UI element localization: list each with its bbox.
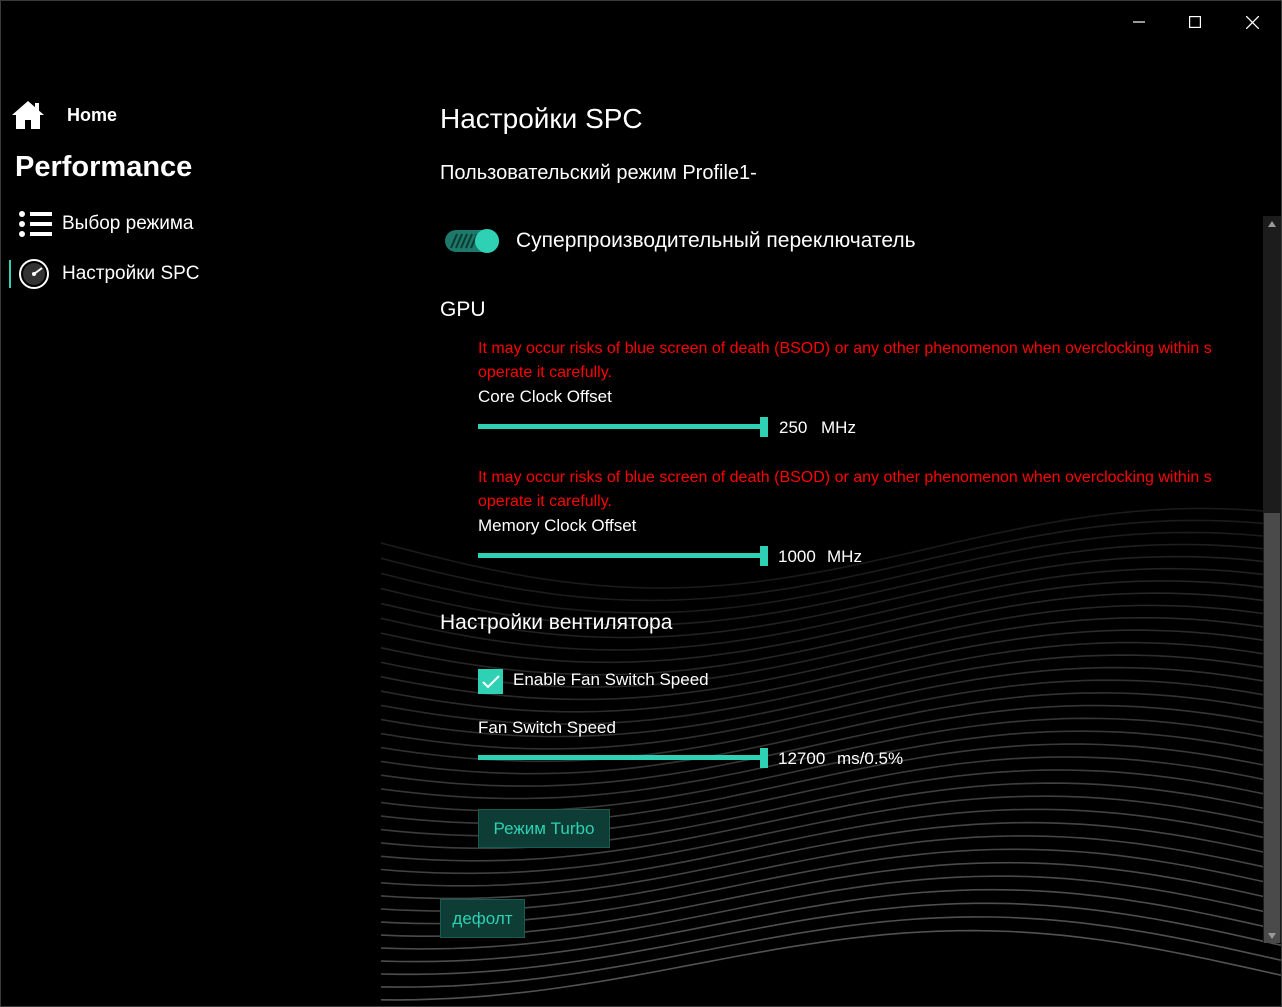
sidebar-item-spc-settings[interactable]: Настройки SPC [9, 254, 389, 294]
memory-clock-value: 1000 [778, 547, 816, 566]
memory-clock-slider[interactable] [478, 544, 768, 568]
core-warning-line2: operate it carefully. [478, 364, 612, 381]
scrollbar-thumb[interactable] [1264, 513, 1280, 943]
nav-home[interactable]: Home [10, 99, 117, 131]
super-performance-toggle[interactable] [445, 228, 501, 254]
slider-track [478, 755, 760, 760]
sidebar-item-label: Выбор режима [62, 213, 194, 234]
fan-speed-value: 12700 [778, 749, 826, 768]
maximize-button[interactable] [1172, 7, 1218, 37]
core-clock-slider[interactable] [478, 415, 768, 439]
slider-track [478, 424, 760, 429]
slider-track [478, 553, 760, 558]
slider-thumb[interactable] [760, 748, 768, 768]
fan-speed-label: Fan Switch Speed [478, 718, 616, 737]
core-warning: It may occur risks of blue screen of dea… [478, 337, 1212, 385]
super-performance-label: Суперпроизводительный переключатель [516, 229, 916, 252]
app-window: Home Performance Выбор режима Настройки … [0, 0, 1282, 1007]
core-clock-label: Core Clock Offset [478, 387, 612, 406]
minimize-icon [1133, 21, 1145, 23]
fan-speed-slider[interactable] [478, 746, 768, 770]
core-warning-line1: It may occur risks of blue screen of dea… [478, 340, 1212, 357]
nav-home-label: Home [67, 104, 118, 125]
gauge-icon [19, 259, 49, 289]
profile-name: Пользовательский режим Profile1- [440, 162, 757, 184]
memory-warning-line2: operate it carefully. [478, 493, 612, 510]
page-title: Настройки SPC [440, 103, 643, 134]
nav-section-performance: Performance [15, 151, 193, 183]
fan-speed-unit: ms/0.5% [837, 749, 904, 768]
wave-line [380, 929, 1281, 1001]
core-clock-unit: MHz [821, 418, 856, 437]
turbo-mode-button[interactable]: Режим Turbo [478, 809, 610, 848]
list-icon [19, 211, 52, 237]
maximize-icon [1189, 16, 1201, 28]
checkmark-icon [481, 674, 500, 688]
core-clock-value: 250 [779, 418, 808, 437]
selection-indicator [9, 260, 11, 288]
sidebar-item-mode-select[interactable]: Выбор режима [9, 204, 389, 244]
memory-warning-line1: It may occur risks of blue screen of dea… [478, 469, 1212, 486]
default-button[interactable]: дефолт [440, 899, 525, 938]
memory-clock-label: Memory Clock Offset [478, 516, 637, 535]
slider-thumb[interactable] [760, 417, 768, 437]
slider-thumb[interactable] [760, 546, 768, 566]
scroll-down-icon[interactable] [1267, 932, 1277, 940]
enable-fan-checkbox[interactable] [478, 669, 503, 694]
memory-warning: It may occur risks of blue screen of dea… [478, 466, 1212, 514]
scroll-up-icon[interactable] [1267, 220, 1277, 228]
enable-fan-label: Enable Fan Switch Speed [513, 670, 709, 689]
gpu-heading: GPU [440, 298, 486, 321]
sidebar-item-label: Настройки SPC [62, 263, 200, 284]
close-icon [1245, 15, 1259, 29]
home-icon [12, 101, 44, 129]
minimize-button[interactable] [1116, 7, 1162, 37]
memory-clock-unit: MHz [827, 547, 862, 566]
close-button[interactable] [1229, 7, 1275, 37]
fan-heading: Настройки вентилятора [440, 611, 673, 634]
